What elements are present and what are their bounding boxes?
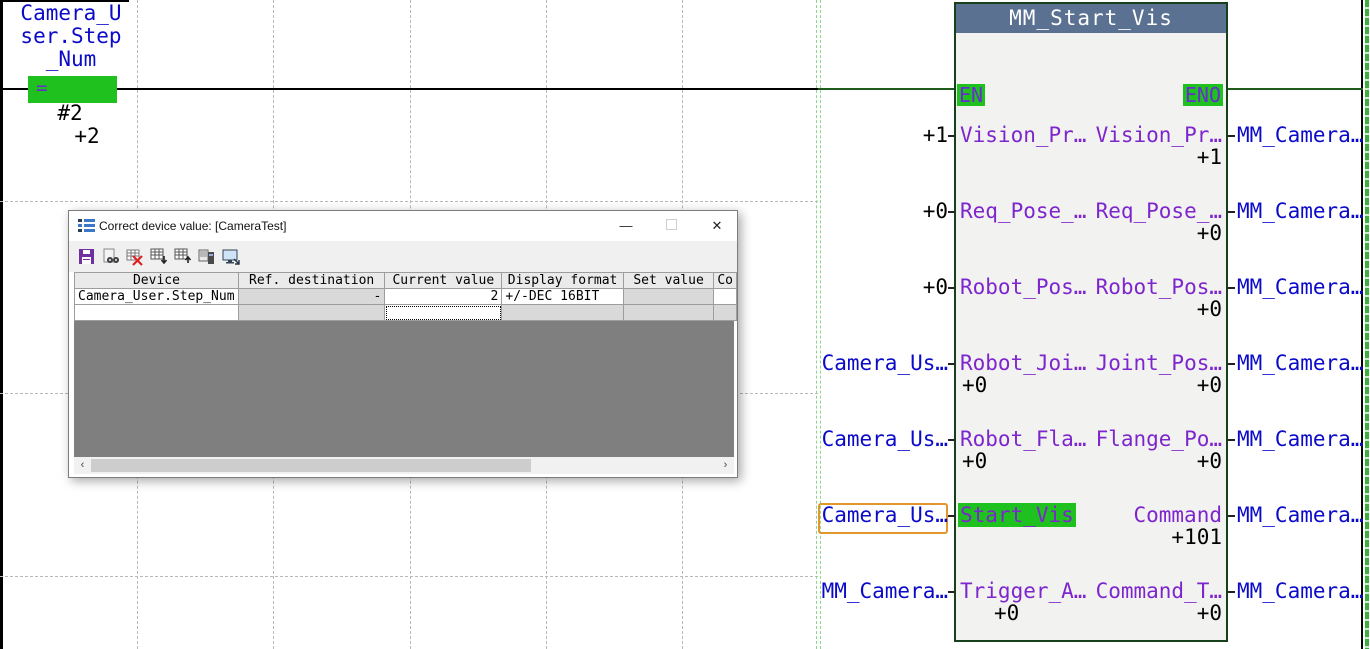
right-green-rail (1365, 0, 1369, 649)
fb-output-pin-value: +101 (1040, 525, 1222, 549)
save-icon[interactable] (78, 248, 96, 266)
left-power-rail (0, 0, 3, 649)
pin-connector (1228, 135, 1235, 137)
cell-display-format-empty (502, 305, 623, 321)
table-background-area (74, 321, 734, 457)
fb-output-pin-value: +0 (1040, 297, 1222, 321)
fb-output-operand[interactable]: MM_Camera… (1237, 503, 1363, 527)
close-button[interactable]: ✕ (695, 211, 739, 241)
col-current-value: Current value (385, 273, 502, 289)
rung-line (2, 88, 818, 90)
right-power-rail (1361, 0, 1363, 649)
cell-comment-empty (714, 305, 737, 321)
ladder-wrap-rail (816, 0, 821, 649)
en-pin: EN (957, 84, 985, 106)
pin-connector (1228, 591, 1235, 593)
maximize-button (649, 211, 693, 241)
fb-input-pin-value: +0 (962, 373, 987, 397)
cell-current-value[interactable]: 2 (385, 289, 502, 305)
fb-output-pin[interactable]: Command (1040, 503, 1222, 527)
fb-output-pin[interactable]: Command_T… (1040, 579, 1222, 603)
fb-output-pin[interactable]: Vision_Pr… (1040, 123, 1222, 147)
dialog-titlebar[interactable]: Correct device value: [CameraTest] — ✕ (69, 211, 737, 241)
eno-pin: ENO (1183, 84, 1223, 106)
col-ref-destination: Ref. destination (238, 273, 384, 289)
horizontal-scrollbar[interactable]: ‹ › (74, 457, 734, 474)
table-row: Camera_User.Step_Num - 2 +/-DEC 16BIT (75, 289, 737, 305)
scroll-left-arrow[interactable]: ‹ (74, 457, 91, 474)
fb-output-pin[interactable]: Flange_Po… (1040, 427, 1222, 451)
fb-input-pin-value: +0 (994, 601, 1019, 625)
compare-operator: = (36, 77, 47, 99)
cell-comment (714, 289, 737, 305)
pin-connector (948, 439, 955, 441)
read-table-icon[interactable] (150, 248, 168, 266)
cell-device-empty[interactable] (75, 305, 239, 321)
register-device-icon[interactable] (198, 248, 216, 266)
fb-output-pin-value: +0 (1040, 449, 1222, 473)
device-table: Device Ref. destination Current value Di… (74, 272, 737, 321)
fb-output-pin-value: +0 (1040, 221, 1222, 245)
pin-connector (948, 135, 955, 137)
rung-line-green (818, 88, 955, 90)
fb-output-pin[interactable]: Robot_Pos… (1040, 275, 1222, 299)
col-display-format: Display format (502, 273, 623, 289)
col-device: Device (75, 273, 239, 289)
cell-ref-destination: - (238, 289, 384, 305)
fb-output-pin[interactable]: Joint_Pos… (1040, 351, 1222, 375)
monitor-display-icon[interactable] (222, 248, 240, 266)
scroll-right-arrow[interactable]: › (717, 457, 734, 474)
dialog-toolbar (69, 241, 737, 272)
contact-device-label[interactable]: Camera_U ser.Step _Num (12, 2, 130, 71)
pin-connector (948, 515, 955, 517)
cell-display-format[interactable]: +/-DEC 16BIT (502, 289, 623, 305)
pin-connector (1228, 439, 1235, 441)
col-comment-clipped: Co (714, 273, 737, 289)
fb-output-operand[interactable]: MM_Camera… (1237, 427, 1363, 451)
pin-connector (948, 591, 955, 593)
pin-connector (948, 363, 955, 365)
table-row-empty (75, 305, 737, 321)
fb-output-pin-value: +1 (1040, 145, 1222, 169)
delete-row-icon[interactable] (126, 248, 144, 266)
page-break-line-horizontal (0, 576, 818, 577)
cell-set-value-empty (623, 305, 714, 321)
fb-input-operand[interactable]: MM_Camera… (690, 579, 948, 603)
fb-output-pin-value: +0 (1040, 601, 1222, 625)
pin-connector (1228, 515, 1235, 517)
fb-output-operand[interactable]: MM_Camera… (1237, 275, 1363, 299)
pin-connector (1228, 287, 1235, 289)
fb-output-operand[interactable]: MM_Camera… (1237, 579, 1363, 603)
pin-connector (1228, 363, 1235, 365)
compare-operand[interactable]: #2 (47, 101, 93, 125)
pin-connector (948, 287, 955, 289)
cell-device[interactable]: Camera_User.Step_Num (75, 289, 239, 305)
dialog-app-icon (78, 218, 95, 234)
fb-input-operand-selected[interactable]: Camera_Us… (690, 503, 948, 527)
device-table-header: Device Ref. destination Current value Di… (75, 273, 737, 289)
rung-line-green (1228, 88, 1363, 90)
col-set-value: Set value (623, 273, 714, 289)
cell-current-value-focused[interactable] (385, 305, 502, 321)
fb-output-operand[interactable]: MM_Camera… (1237, 199, 1363, 223)
fb-output-operand[interactable]: MM_Camera… (1237, 351, 1363, 375)
compare-contact[interactable]: = (28, 76, 117, 103)
function-block-title: MM_Start_Vis (956, 4, 1226, 33)
minimize-button[interactable]: — (604, 211, 648, 241)
read-from-file-icon[interactable] (102, 248, 120, 266)
pin-connector (1228, 211, 1235, 213)
fb-output-pin[interactable]: Req_Pose_… (1040, 199, 1222, 223)
fb-input-pin-value: +0 (962, 449, 987, 473)
compare-monitor-value: +2 (64, 124, 110, 148)
cell-set-value[interactable] (623, 289, 714, 305)
dialog-title: Correct device value: [CameraTest] (99, 211, 286, 241)
pin-connector (948, 211, 955, 213)
fb-output-operand[interactable]: MM_Camera… (1237, 123, 1363, 147)
correct-device-value-dialog[interactable]: Correct device value: [CameraTest] — ✕ (68, 210, 738, 478)
cell-ref-destination-empty (238, 305, 384, 321)
fb-output-pin-value: +0 (1040, 373, 1222, 397)
fb-input-operand[interactable]: +1 (690, 123, 948, 147)
write-table-icon[interactable] (174, 248, 192, 266)
scrollbar-thumb[interactable] (91, 459, 531, 472)
